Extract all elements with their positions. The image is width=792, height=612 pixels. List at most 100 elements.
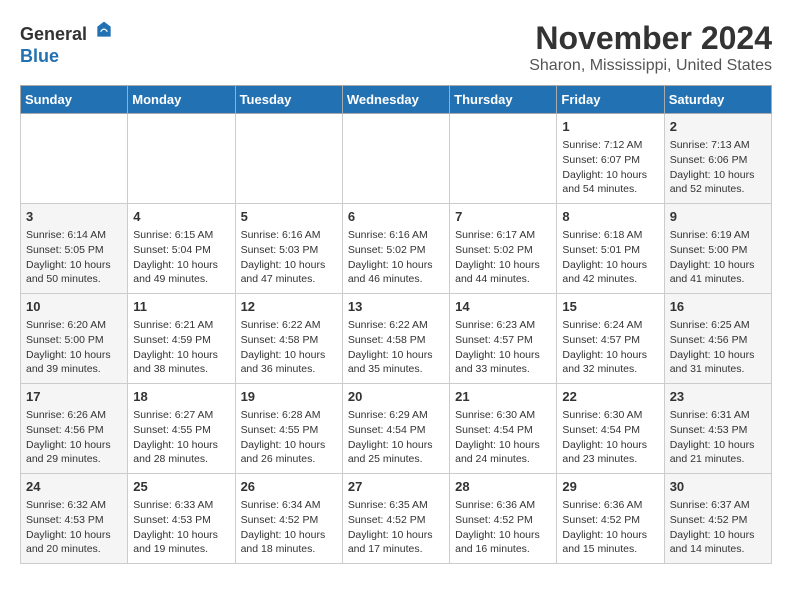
sunset-text: Sunset: 4:54 PM [455, 423, 551, 438]
day-number: 12 [241, 298, 337, 316]
sunset-text: Sunset: 4:54 PM [348, 423, 444, 438]
calendar-cell: 28Sunrise: 6:36 AMSunset: 4:52 PMDayligh… [450, 474, 557, 564]
sunrise-text: Sunrise: 6:32 AM [26, 498, 122, 513]
day-number: 8 [562, 208, 658, 226]
sunset-text: Sunset: 4:52 PM [670, 513, 766, 528]
daylight-text: Daylight: 10 hours and 47 minutes. [241, 258, 337, 287]
sunset-text: Sunset: 5:00 PM [26, 333, 122, 348]
calendar-cell: 10Sunrise: 6:20 AMSunset: 5:00 PMDayligh… [21, 294, 128, 384]
calendar-cell: 6Sunrise: 6:16 AMSunset: 5:02 PMDaylight… [342, 204, 449, 294]
calendar-cell: 8Sunrise: 6:18 AMSunset: 5:01 PMDaylight… [557, 204, 664, 294]
logo: General Blue [20, 20, 114, 67]
sunset-text: Sunset: 4:53 PM [26, 513, 122, 528]
sunrise-text: Sunrise: 6:29 AM [348, 408, 444, 423]
day-number: 11 [133, 298, 229, 316]
daylight-text: Daylight: 10 hours and 31 minutes. [670, 348, 766, 377]
daylight-text: Daylight: 10 hours and 23 minutes. [562, 438, 658, 467]
calendar-cell: 23Sunrise: 6:31 AMSunset: 4:53 PMDayligh… [664, 384, 771, 474]
day-number: 26 [241, 478, 337, 496]
month-title: November 2024 [529, 20, 772, 57]
sunrise-text: Sunrise: 6:23 AM [455, 318, 551, 333]
calendar-week-4: 17Sunrise: 6:26 AMSunset: 4:56 PMDayligh… [21, 384, 772, 474]
sunrise-text: Sunrise: 6:25 AM [670, 318, 766, 333]
sunrise-text: Sunrise: 6:15 AM [133, 228, 229, 243]
daylight-text: Daylight: 10 hours and 15 minutes. [562, 528, 658, 557]
day-of-week-thursday: Thursday [450, 86, 557, 114]
location-title: Sharon, Mississippi, United States [529, 57, 772, 75]
sunrise-text: Sunrise: 6:30 AM [562, 408, 658, 423]
sunset-text: Sunset: 4:52 PM [562, 513, 658, 528]
daylight-text: Daylight: 10 hours and 19 minutes. [133, 528, 229, 557]
day-number: 29 [562, 478, 658, 496]
sunset-text: Sunset: 4:55 PM [133, 423, 229, 438]
calendar-cell: 12Sunrise: 6:22 AMSunset: 4:58 PMDayligh… [235, 294, 342, 384]
sunrise-text: Sunrise: 6:30 AM [455, 408, 551, 423]
sunrise-text: Sunrise: 6:27 AM [133, 408, 229, 423]
sunrise-text: Sunrise: 6:14 AM [26, 228, 122, 243]
daylight-text: Daylight: 10 hours and 24 minutes. [455, 438, 551, 467]
day-number: 10 [26, 298, 122, 316]
daylight-text: Daylight: 10 hours and 39 minutes. [26, 348, 122, 377]
day-number: 14 [455, 298, 551, 316]
daylight-text: Daylight: 10 hours and 35 minutes. [348, 348, 444, 377]
daylight-text: Daylight: 10 hours and 26 minutes. [241, 438, 337, 467]
sunset-text: Sunset: 4:55 PM [241, 423, 337, 438]
sunrise-text: Sunrise: 6:34 AM [241, 498, 337, 513]
daylight-text: Daylight: 10 hours and 33 minutes. [455, 348, 551, 377]
daylight-text: Daylight: 10 hours and 42 minutes. [562, 258, 658, 287]
daylight-text: Daylight: 10 hours and 18 minutes. [241, 528, 337, 557]
sunrise-text: Sunrise: 6:21 AM [133, 318, 229, 333]
logo-blue-text: Blue [20, 46, 59, 67]
sunrise-text: Sunrise: 6:26 AM [26, 408, 122, 423]
day-number: 13 [348, 298, 444, 316]
daylight-text: Daylight: 10 hours and 17 minutes. [348, 528, 444, 557]
day-of-week-wednesday: Wednesday [342, 86, 449, 114]
sunset-text: Sunset: 4:52 PM [455, 513, 551, 528]
calendar-cell: 18Sunrise: 6:27 AMSunset: 4:55 PMDayligh… [128, 384, 235, 474]
day-number: 6 [348, 208, 444, 226]
daylight-text: Daylight: 10 hours and 20 minutes. [26, 528, 122, 557]
sunrise-text: Sunrise: 6:36 AM [562, 498, 658, 513]
logo-icon [94, 20, 114, 40]
sunrise-text: Sunrise: 6:24 AM [562, 318, 658, 333]
day-number: 4 [133, 208, 229, 226]
sunset-text: Sunset: 4:58 PM [348, 333, 444, 348]
sunrise-text: Sunrise: 7:12 AM [562, 138, 658, 153]
daylight-text: Daylight: 10 hours and 46 minutes. [348, 258, 444, 287]
calendar-cell: 13Sunrise: 6:22 AMSunset: 4:58 PMDayligh… [342, 294, 449, 384]
calendar-cell [450, 114, 557, 204]
sunset-text: Sunset: 5:02 PM [455, 243, 551, 258]
day-number: 15 [562, 298, 658, 316]
day-of-week-monday: Monday [128, 86, 235, 114]
sunrise-text: Sunrise: 6:19 AM [670, 228, 766, 243]
day-of-week-sunday: Sunday [21, 86, 128, 114]
sunrise-text: Sunrise: 6:31 AM [670, 408, 766, 423]
sunset-text: Sunset: 4:57 PM [562, 333, 658, 348]
day-of-week-saturday: Saturday [664, 86, 771, 114]
sunrise-text: Sunrise: 6:16 AM [348, 228, 444, 243]
sunrise-text: Sunrise: 6:33 AM [133, 498, 229, 513]
calendar-week-5: 24Sunrise: 6:32 AMSunset: 4:53 PMDayligh… [21, 474, 772, 564]
calendar-cell [21, 114, 128, 204]
calendar-cell [128, 114, 235, 204]
calendar-cell [342, 114, 449, 204]
sunset-text: Sunset: 5:01 PM [562, 243, 658, 258]
day-number: 27 [348, 478, 444, 496]
calendar-cell: 2Sunrise: 7:13 AMSunset: 6:06 PMDaylight… [664, 114, 771, 204]
daylight-text: Daylight: 10 hours and 44 minutes. [455, 258, 551, 287]
page-header: General Blue November 2024 Sharon, Missi… [20, 20, 772, 75]
calendar-cell: 22Sunrise: 6:30 AMSunset: 4:54 PMDayligh… [557, 384, 664, 474]
day-number: 2 [670, 118, 766, 136]
calendar-cell: 11Sunrise: 6:21 AMSunset: 4:59 PMDayligh… [128, 294, 235, 384]
sunset-text: Sunset: 5:05 PM [26, 243, 122, 258]
calendar-cell: 5Sunrise: 6:16 AMSunset: 5:03 PMDaylight… [235, 204, 342, 294]
sunset-text: Sunset: 4:58 PM [241, 333, 337, 348]
day-number: 28 [455, 478, 551, 496]
daylight-text: Daylight: 10 hours and 41 minutes. [670, 258, 766, 287]
calendar-week-3: 10Sunrise: 6:20 AMSunset: 5:00 PMDayligh… [21, 294, 772, 384]
day-number: 30 [670, 478, 766, 496]
sunset-text: Sunset: 4:59 PM [133, 333, 229, 348]
calendar-cell: 7Sunrise: 6:17 AMSunset: 5:02 PMDaylight… [450, 204, 557, 294]
calendar-week-2: 3Sunrise: 6:14 AMSunset: 5:05 PMDaylight… [21, 204, 772, 294]
day-number: 22 [562, 388, 658, 406]
